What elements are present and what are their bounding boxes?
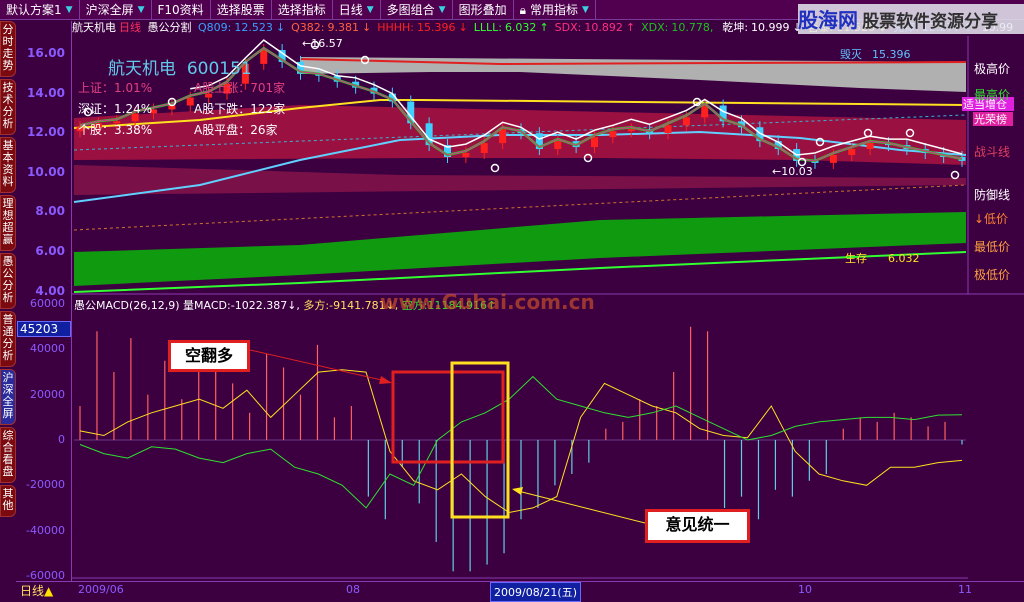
- stat-value: 3.38%: [114, 123, 153, 137]
- indicator-value-label: 乾坤:: [722, 21, 749, 34]
- macd-bull-label: 多方:: [303, 299, 330, 312]
- period-toggle[interactable]: 日线▲: [20, 582, 53, 599]
- stat-value: 122家: [250, 102, 286, 116]
- candle: [701, 105, 709, 118]
- market-stat-row: 上证：1.01% A股上涨：701家: [78, 79, 285, 96]
- candle: [609, 131, 617, 138]
- macd-qty-value: -1022.387↓,: [230, 299, 300, 312]
- signal-circle-icon: [950, 170, 960, 180]
- candle: [829, 154, 837, 163]
- stat-value: 26家: [250, 123, 278, 137]
- selected-date: 2009/08/21(五): [490, 582, 581, 602]
- stock-panel-name: 航天机电: [108, 59, 176, 79]
- market-stat-row: 个股：3.38% A股平盘：26家: [78, 121, 278, 138]
- indicator-value: HHHH: 15.396 ↓: [377, 21, 471, 34]
- watermark-slogan: 股票软件资源分享: [862, 12, 999, 32]
- candle: [554, 141, 562, 150]
- indicator-value-number: 10.778,: [671, 21, 714, 34]
- x-label: 2009/06: [78, 583, 124, 596]
- indicator-value: 乾坤:10.999↓: [722, 21, 804, 34]
- indicator-value-number: 9.381: [327, 21, 359, 34]
- candle: [627, 129, 635, 132]
- kill-label: 毁灭: [840, 47, 862, 61]
- trend-arrow-icon: ↓: [458, 21, 468, 34]
- x-label: 11: [958, 583, 972, 596]
- stat-value: 701家: [250, 81, 286, 95]
- candle: [499, 129, 507, 144]
- indicator-value-label: SDX:: [554, 21, 582, 34]
- x-label: 10: [798, 583, 812, 596]
- indicator-value-label: Q382:: [291, 21, 325, 34]
- indicator-value: SDX: 10.892 ↑: [555, 21, 638, 34]
- trend-arrow-icon: ↑: [539, 21, 549, 34]
- indicator-value-label: Q809:: [198, 21, 232, 34]
- trend-arrow-icon: ↑: [625, 21, 636, 34]
- period-label: 日线: [119, 21, 141, 34]
- level-label: 极低价: [974, 268, 1011, 282]
- indicator-value-number: 10.892: [584, 21, 623, 34]
- trend-arrow-icon: ↓: [275, 21, 286, 34]
- watermark-url-mid: www.Guhai.com.cn: [380, 290, 595, 314]
- candle: [848, 149, 856, 155]
- triangle-up-icon: ▲: [44, 584, 54, 598]
- stat-label: A股下跌：: [194, 102, 251, 116]
- candle: [260, 50, 268, 64]
- indicator-value-number: 12.523: [234, 21, 273, 34]
- kill-value: 15.396: [872, 48, 911, 61]
- arrowhead-icon: [379, 376, 392, 384]
- signal-circle-icon: [490, 163, 500, 173]
- trend-arrow-icon: ↓: [361, 21, 372, 34]
- stat-label: A股上涨：: [194, 81, 251, 95]
- indicator-value-number: 10.999: [751, 21, 790, 34]
- stat-label: 个股：: [78, 123, 115, 137]
- tag-honor-list: 光荣榜: [974, 112, 1007, 126]
- stat-value: 1.24%: [114, 102, 153, 116]
- indicator-value: LLLL: 6.032 ↑: [474, 21, 552, 34]
- stock-panel-code: 600151: [186, 59, 252, 79]
- level-label: 最低价: [974, 240, 1011, 254]
- period-text: 日线: [20, 584, 45, 598]
- indicator-name: 愚公分割: [147, 21, 192, 34]
- indicator-value: Q809: 12.523 ↓: [198, 21, 288, 34]
- low-price-mark: ←10.03: [772, 165, 813, 178]
- x-label: 08: [346, 583, 360, 596]
- watermark-brand: 股海网: [798, 8, 858, 32]
- level-label: 战斗线: [974, 145, 1011, 159]
- survive-value: 6.032: [888, 252, 920, 265]
- level-label: 极高价: [974, 62, 1011, 76]
- survive-label: 生存: [845, 251, 867, 265]
- level-label: 防御线: [974, 188, 1011, 202]
- candle: [462, 153, 470, 157]
- x-axis: 日线▲ 2009/06 08 2009/08/21(五) 10 11: [16, 581, 1024, 602]
- annotation-bear-to-bull: 空翻多: [168, 340, 250, 372]
- candle: [866, 143, 874, 150]
- macd-qty-label: 量MACD:: [183, 299, 231, 312]
- level-label: ↓低价: [974, 212, 1009, 226]
- watermark-logo: 股海网 股票软件资源分享: [798, 4, 1024, 34]
- arrow-yellow: [513, 489, 646, 524]
- level-label: 最高价: [974, 88, 1011, 102]
- high-price-mark: ←16.57: [302, 37, 343, 50]
- defense-band: [74, 165, 966, 195]
- stock-name: 航天机电: [72, 21, 116, 34]
- indicator-value-label: XDX:: [641, 21, 669, 34]
- market-stat-row: 深证：1.24% A股下跌：122家: [78, 100, 285, 117]
- candle: [664, 125, 672, 134]
- arrow-red: [249, 349, 391, 383]
- candle: [480, 143, 488, 153]
- indicator-value: XDX: 10.778,: [641, 21, 719, 34]
- indicator-value-label: HHHH:: [377, 21, 414, 34]
- stat-label: 深证：: [78, 102, 115, 116]
- candle: [682, 117, 690, 126]
- stat-label: 上证：: [78, 81, 115, 95]
- indicator-value-number: 15.396: [416, 21, 456, 34]
- indicator-value-label: LLLL:: [473, 21, 502, 34]
- indicator-value-number: 6.032: [504, 21, 537, 34]
- indicator-value: Q382: 9.381 ↓: [291, 21, 374, 34]
- annotation-consensus: 意见统一: [645, 509, 750, 543]
- macd-name: 愚公MACD(26,12,9): [74, 299, 180, 312]
- stat-label: A股平盘：: [194, 123, 251, 137]
- stat-value: 1.01%: [114, 81, 153, 95]
- candle: [591, 137, 598, 148]
